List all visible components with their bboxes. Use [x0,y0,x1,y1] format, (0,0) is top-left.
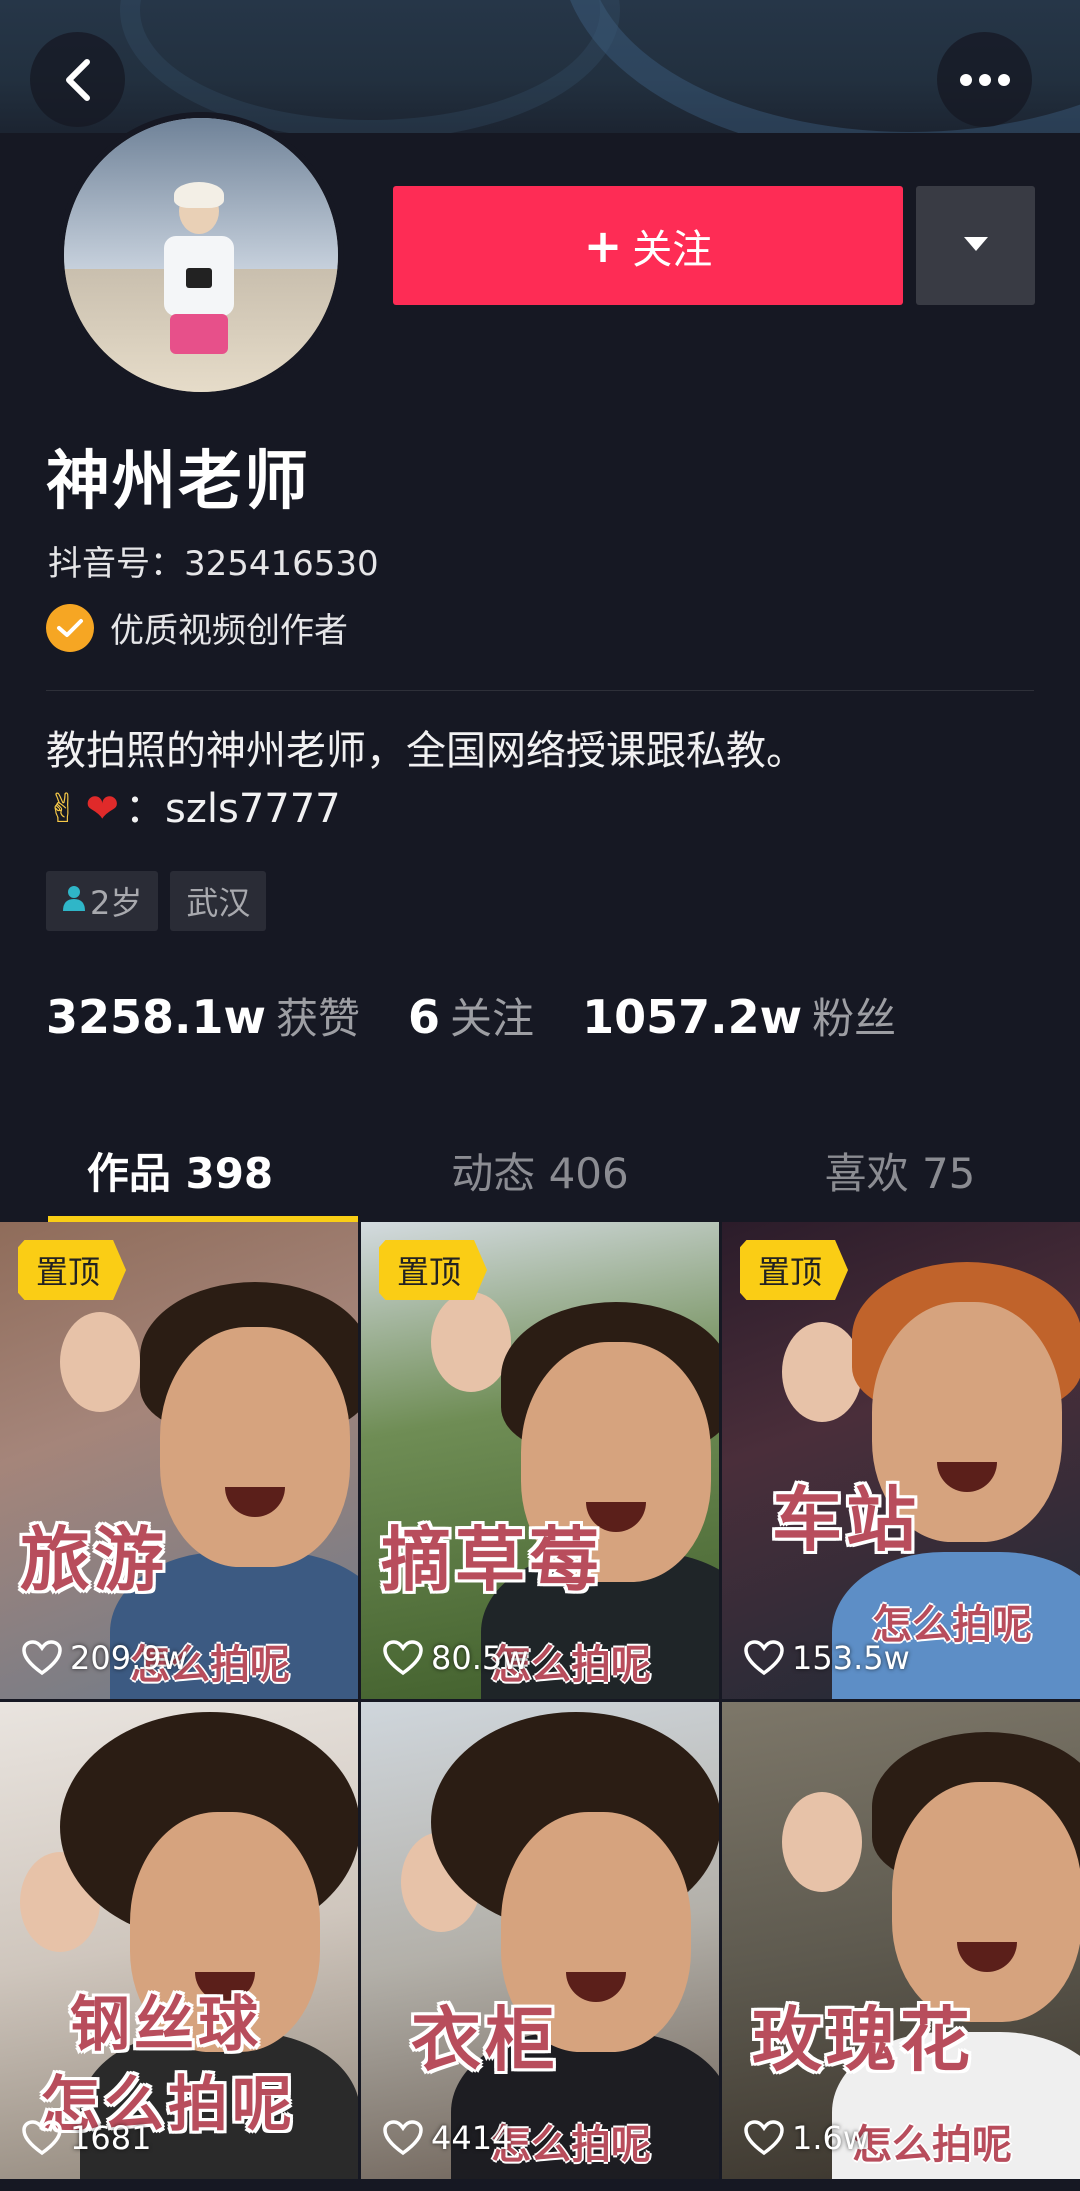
caret-down-icon [962,235,990,257]
likes-label: 获赞 [276,994,361,1043]
following-label[interactable]: 关注 [450,985,534,1046]
douyin-id[interactable]: 抖音号：325416530 [48,536,379,585]
video-thumbnail[interactable]: 钢丝球 怎么拍呢 1681 [0,1702,358,2179]
pinned-badge: 置顶 [740,1240,849,1300]
tag-label: 2岁 [90,884,143,922]
likes-count: 1.6w [792,2119,870,2157]
plus-icon: + [583,218,623,273]
tag-location: 武汉 [170,871,267,931]
bio-contact-line: ✌ ❤ ：szls7777 [46,780,806,838]
heart-emoji-icon: ❤ [85,786,120,832]
video-caption: 钢丝球 [70,1990,262,2060]
back-button[interactable] [30,32,125,127]
person-icon [62,884,86,919]
video-thumbnail[interactable]: 衣柜 怎么拍呢 4414 [361,1702,719,2179]
video-thumbnail[interactable]: 玫瑰花 怎么拍呢 1.6w [722,1702,1080,2179]
pinned-badge: 置顶 [379,1240,488,1300]
tag-label: 武汉 [186,884,251,922]
profile-stats: 3258.1w 获赞 6 关注 1057.2w 粉丝 [46,985,944,1046]
likes-count: 4414 [431,2119,513,2157]
heart-outline-icon [744,2120,784,2156]
heart-outline-icon [22,1640,62,1676]
victory-hand-icon: ✌ [46,786,80,832]
profile-bio: 教拍照的神州老师，全国网络授课跟私教。 ✌ ❤ ：szls7777 [46,722,806,838]
video-caption: 车站 [772,1479,920,1561]
followers-count[interactable]: 1057.2w [582,990,802,1044]
tab-likes[interactable]: 喜欢 75 [720,1120,1080,1222]
video-caption: 摘草莓 [381,1519,603,1601]
profile-banner [0,0,1080,133]
recommend-dropdown-button[interactable] [916,186,1035,305]
tab-activity[interactable]: 动态 406 [360,1120,720,1222]
avatar[interactable] [58,112,344,398]
likes-count: 3258.1w [46,990,267,1044]
following-count[interactable]: 6 [408,990,440,1044]
follow-button[interactable]: + 关注 [393,186,903,305]
heart-outline-icon [22,2120,62,2156]
video-subcaption: 怎么拍呢 [852,2122,1012,2168]
video-thumbnail[interactable]: 置顶 车站 怎么拍呢 153.5w [722,1222,1080,1699]
likes-count: 209.9w [70,1639,188,1677]
bio-contact-text: ：szls7777 [125,786,341,832]
tab-works[interactable]: 作品 398 [0,1120,360,1222]
more-horizontal-icon [959,73,1011,87]
chevron-left-icon [61,56,95,104]
video-likes: 1.6w [744,2119,869,2157]
likes-count: 1681 [70,2119,152,2157]
divider [46,690,1034,691]
video-caption: 玫瑰花 [752,1999,974,2081]
heart-outline-icon [383,2120,423,2156]
profile-tabs: 作品 398 动态 406 喜欢 75 [0,1120,1080,1222]
video-likes: 80.5w [383,1639,528,1677]
more-button[interactable] [937,32,1032,127]
follow-label: 关注 [632,226,713,273]
badge-text: 优质视频创作者 [110,611,348,651]
video-subcaption: 怎么拍呢 [491,2122,651,2168]
video-caption: 衣柜 [411,1999,559,2081]
video-likes: 4414 [383,2119,512,2157]
video-likes: 153.5w [744,1639,910,1677]
likes-count: 153.5w [792,1639,910,1677]
heart-outline-icon [744,1640,784,1676]
video-grid: 置顶 旅游 怎么拍呢 209.9w 置顶 摘草莓 怎么拍呢 80.5w 置顶 车… [0,1222,1080,2179]
video-likes: 1681 [22,2119,151,2157]
likes-count: 80.5w [431,1639,529,1677]
profile-tags: 2岁 武汉 [46,871,267,931]
video-thumbnail[interactable]: 置顶 摘草莓 怎么拍呢 80.5w [361,1222,719,1699]
avatar-figure [164,182,234,388]
profile-name: 神州老师 [46,445,310,519]
video-likes: 209.9w [22,1639,188,1677]
creator-badge: 优质视频创作者 [46,603,348,652]
pinned-badge: 置顶 [18,1240,127,1300]
heart-outline-icon [383,1640,423,1676]
followers-label[interactable]: 粉丝 [812,985,896,1046]
bio-line: 教拍照的神州老师，全国网络授课跟私教。 [46,728,806,774]
tag-age: 2岁 [46,871,159,931]
video-thumbnail[interactable]: 置顶 旅游 怎么拍呢 209.9w [0,1222,358,1699]
video-caption: 旅游 [20,1519,168,1601]
verified-check-icon [46,603,94,652]
